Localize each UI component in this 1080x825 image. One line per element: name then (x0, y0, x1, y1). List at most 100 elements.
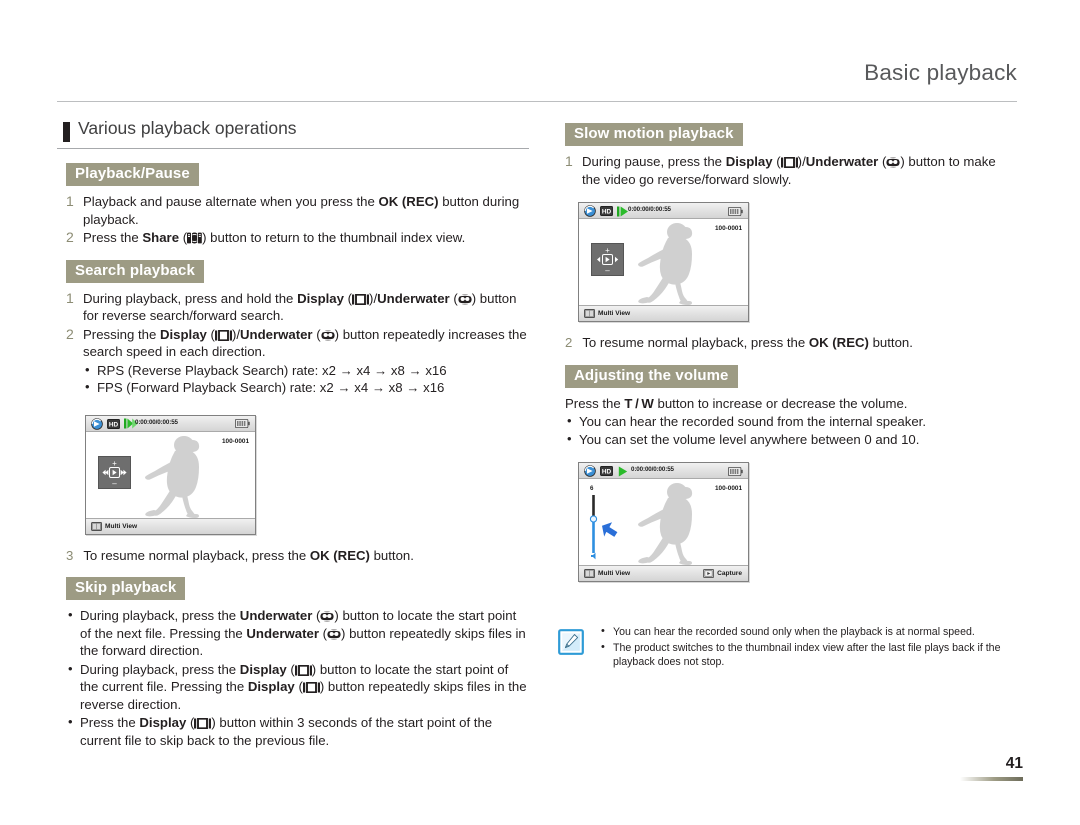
softkey-label: Multi View (598, 310, 631, 317)
left-column: Various playback operations Playback/Pau… (57, 118, 529, 750)
skip-playback-list: During playback, press the Underwater ()… (66, 606, 529, 749)
search-playback-steps: 1 During playback, press and hold the Di… (57, 290, 529, 361)
step-number: 2 (565, 335, 573, 350)
list-item: During playback, press the Display () bu… (66, 660, 529, 714)
lcd-screen: HD 0:00:00/0:00:55 (85, 414, 256, 535)
osd-direction-pad: + – (591, 243, 624, 276)
underwater-icon (327, 628, 341, 640)
svg-text:+: + (112, 459, 117, 468)
lcd-softkey-multi-view[interactable]: Multi View (584, 309, 630, 318)
battery-icon (728, 466, 743, 476)
manual-page: Basic playback Various playback operatio… (0, 0, 1080, 825)
lcd-timecode: 0:00:00/0:00:55 (631, 466, 674, 473)
step-text: Playback and pause alternate when you pr… (83, 194, 520, 227)
step-number: 2 (66, 229, 74, 245)
display-icon (194, 718, 212, 729)
underwater-icon (321, 329, 335, 341)
underwater-icon (886, 157, 900, 168)
step-text: Pressing the Display ()/Underwater () bu… (83, 326, 527, 360)
osd-volume-slider[interactable]: 6 (589, 485, 635, 563)
video-subject-silhouette (638, 223, 693, 305)
playback-pause-steps: 1 Playback and pause alternate when you … (57, 193, 529, 247)
svg-text:HD: HD (602, 468, 612, 475)
bullet-text: During playback, press the Display () bu… (80, 661, 527, 712)
chapter-divider (57, 148, 529, 149)
step-text: To resume normal playback, press the OK … (582, 335, 913, 350)
list-item: You can set the volume level anywhere be… (565, 430, 1017, 449)
display-icon (780, 157, 798, 168)
lcd-search-playback-figure: HD 0:00:00/0:00:55 100-0001 + – Multi Vi… (85, 414, 529, 535)
step-number: 2 (66, 325, 74, 342)
note-callout: You can hear the recorded sound only whe… (556, 624, 1017, 671)
list-item: During playback, press the Underwater ()… (66, 606, 529, 660)
step-text: During playback, press and hold the Disp… (83, 290, 517, 324)
section-volume-header: Adjusting the volume (556, 364, 1017, 395)
capture-icon (703, 569, 715, 578)
slow-motion-step-2: 2 To resume normal playback, press the OK… (556, 334, 1017, 352)
battery-icon (728, 206, 743, 216)
battery-icon (235, 419, 250, 428)
page-title: Basic playback (864, 60, 1017, 85)
step-number: 1 (565, 153, 573, 169)
lcd-softkey-multi-view[interactable]: Multi View (584, 569, 630, 578)
lcd-screen: HD 0:00:00/0:00:55 (578, 202, 749, 322)
bullet-text: During playback, press the Underwater ()… (80, 608, 526, 658)
svg-text:–: – (112, 479, 117, 488)
step-item: 1 Playback and pause alternate when you … (57, 193, 529, 228)
section-skip-playback-header: Skip playback (57, 577, 529, 607)
section-heading: Skip playback (66, 577, 186, 600)
list-item: FPS (Forward Playback Search) rate: x2 →… (83, 378, 529, 397)
step-item: 2 Press the Share () button to return to… (57, 229, 529, 247)
header-divider (57, 101, 1017, 102)
lcd-screen: HD 0:00:00/0:00:55 (578, 462, 749, 582)
section-slow-motion-header: Slow motion playback (556, 123, 1017, 153)
lcd-file-number: 100-0001 (221, 437, 249, 445)
lcd-timecode: 0:00:00/0:00:55 (628, 206, 671, 213)
page-footer-rule (960, 777, 1023, 781)
video-subject-silhouette (638, 483, 693, 565)
section-playback-pause-header: Playback/Pause (57, 163, 529, 193)
lcd-slow-motion-figure: HD 0:00:00/0:00:55 100-0001 + – Multi Vi… (578, 202, 1017, 322)
softkey-label: Capture (717, 570, 742, 577)
step-number: 3 (66, 547, 74, 563)
lcd-file-number: 100-0001 (714, 485, 742, 492)
list-item: The product switches to the thumbnail in… (600, 640, 1017, 669)
video-subject-silhouette (145, 435, 200, 518)
section-heading: Slow motion playback (565, 123, 743, 146)
softkey-label: Multi View (598, 570, 631, 577)
lcd-timecode: 0:00:00/0:00:55 (135, 418, 178, 426)
lcd-softkey-capture[interactable]: Capture (703, 569, 742, 578)
lcd-file-number: 100-0001 (714, 225, 742, 232)
step-text: During pause, press the Display ()/Under… (582, 154, 996, 187)
volume-bullets: You can hear the recorded sound from the… (565, 412, 1017, 449)
share-icon (187, 232, 202, 244)
lcd-softkey-multi-view[interactable]: Multi View (91, 521, 137, 531)
section-heading: Search playback (66, 259, 204, 283)
list-item: You can hear the recorded sound from the… (565, 412, 1017, 431)
section-heading: Playback/Pause (66, 163, 199, 186)
list-item: RPS (Reverse Playback Search) rate: x2 →… (83, 361, 529, 380)
section-search-playback-header: Search playback (57, 259, 529, 290)
underwater-icon (320, 611, 335, 622)
chapter-title: Various playback operations (78, 118, 297, 138)
bullet-text: Press the Display () button within 3 sec… (80, 715, 493, 748)
svg-text:–: – (605, 266, 610, 275)
volume-intro: Press the T / W button to increase or de… (556, 395, 1017, 413)
slow-motion-steps: 1 During pause, press the Display ()/Und… (556, 153, 1017, 188)
page-header: Basic playback (57, 60, 1017, 106)
display-icon (302, 682, 320, 693)
svg-text:HD: HD (109, 421, 119, 428)
search-rate-list: RPS (Reverse Playback Search) rate: x2 →… (83, 361, 529, 397)
step-item: 2 Pressing the Display ()/Underwater () … (57, 326, 529, 361)
multi-view-icon (91, 521, 102, 531)
step-text: Press the Share () button to return to t… (83, 230, 466, 245)
page-number: 41 (1005, 755, 1023, 772)
display-icon (214, 329, 232, 341)
play-icon (618, 466, 628, 477)
volume-intro-text: Press the T / W button to increase or de… (565, 395, 908, 411)
list-item: Press the Display () button within 3 sec… (66, 713, 529, 749)
search-step-3: 3 To resume normal playback, press the OK… (57, 547, 529, 565)
multi-view-icon (584, 309, 595, 318)
section-heading: Adjusting the volume (565, 364, 738, 388)
volume-level-value: 6 (590, 485, 594, 492)
